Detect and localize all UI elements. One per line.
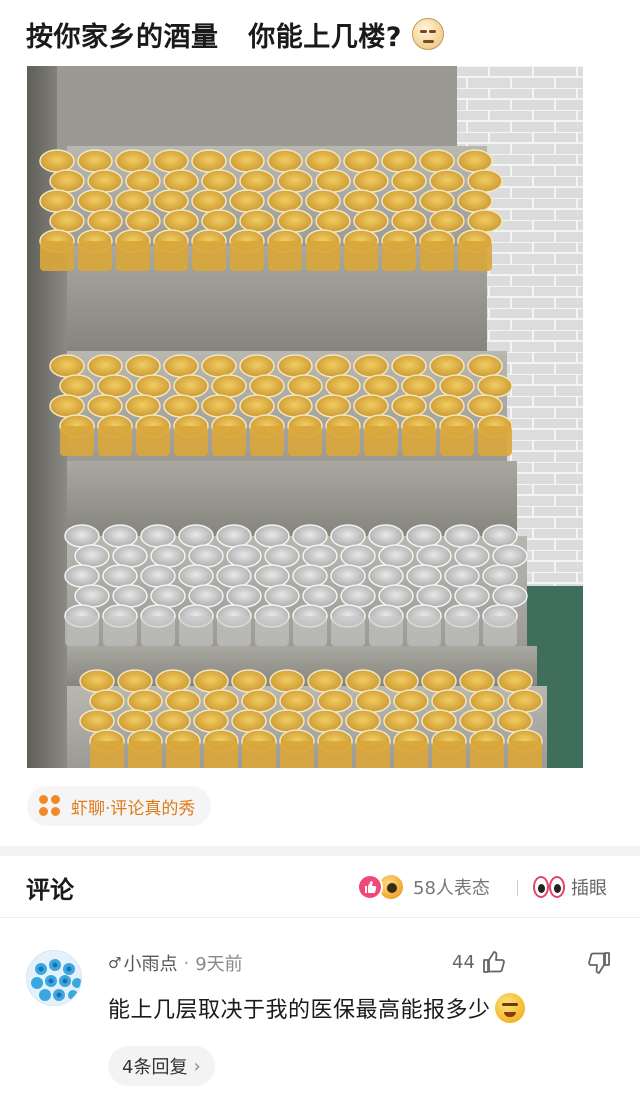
comment-dislike-button[interactable] [586,950,614,978]
replies-button[interactable]: 4条回复 › [108,1046,215,1086]
comment-text-body: 能上几层取决于我的医保最高能报多少 [108,998,491,1023]
eyes-button[interactable]: 插眼 [533,872,607,902]
cringe-face-icon [494,993,525,1023]
thumbs-up-icon [357,874,383,900]
comment-like-count: 44 [452,951,475,973]
eyes-icon [533,876,567,898]
avatar[interactable] [26,950,82,1006]
header-separator [517,880,518,896]
comment-item: ♂ 小雨点 · 9天前 44 能上几层取决于我的医保最高能报多少 4条回复 › [0,918,640,1106]
comment-meta: ♂ 小雨点 · 9天前 [108,950,243,976]
section-divider [0,846,640,856]
comments-header: 评论 58人表态 插眼 [0,856,640,918]
comment-like-button[interactable]: 44 [452,948,507,976]
post-image[interactable] [27,66,583,768]
topic-label: 虾聊·评论真的秀 [71,798,196,819]
chevron-right-icon: › [193,1055,201,1077]
comment-time: 9天前 [195,954,243,975]
thumbs-up-outline-icon [483,951,505,973]
reaction-count: 58人表态 [413,878,490,899]
male-icon: ♂ [108,954,122,972]
eyes-label: 插眼 [571,878,607,899]
post-title-text: 按你家乡的酒量 你能上几楼? [26,21,402,53]
replies-label: 4条回复 [122,1057,188,1078]
thumbs-down-outline-icon [588,952,610,974]
topic-chip[interactable]: 虾聊·评论真的秀 [27,786,212,826]
comment-username[interactable]: 小雨点 [123,950,177,976]
comments-title: 评论 [26,876,74,904]
comment-text: 能上几层取决于我的医保最高能报多少 [108,992,525,1024]
smirk-face-icon [411,18,444,50]
post-title: 按你家乡的酒量 你能上几楼? [26,14,444,54]
clover-icon [39,795,61,817]
reaction-summary[interactable]: 58人表态 [357,872,490,902]
meta-separator: · [183,952,190,974]
